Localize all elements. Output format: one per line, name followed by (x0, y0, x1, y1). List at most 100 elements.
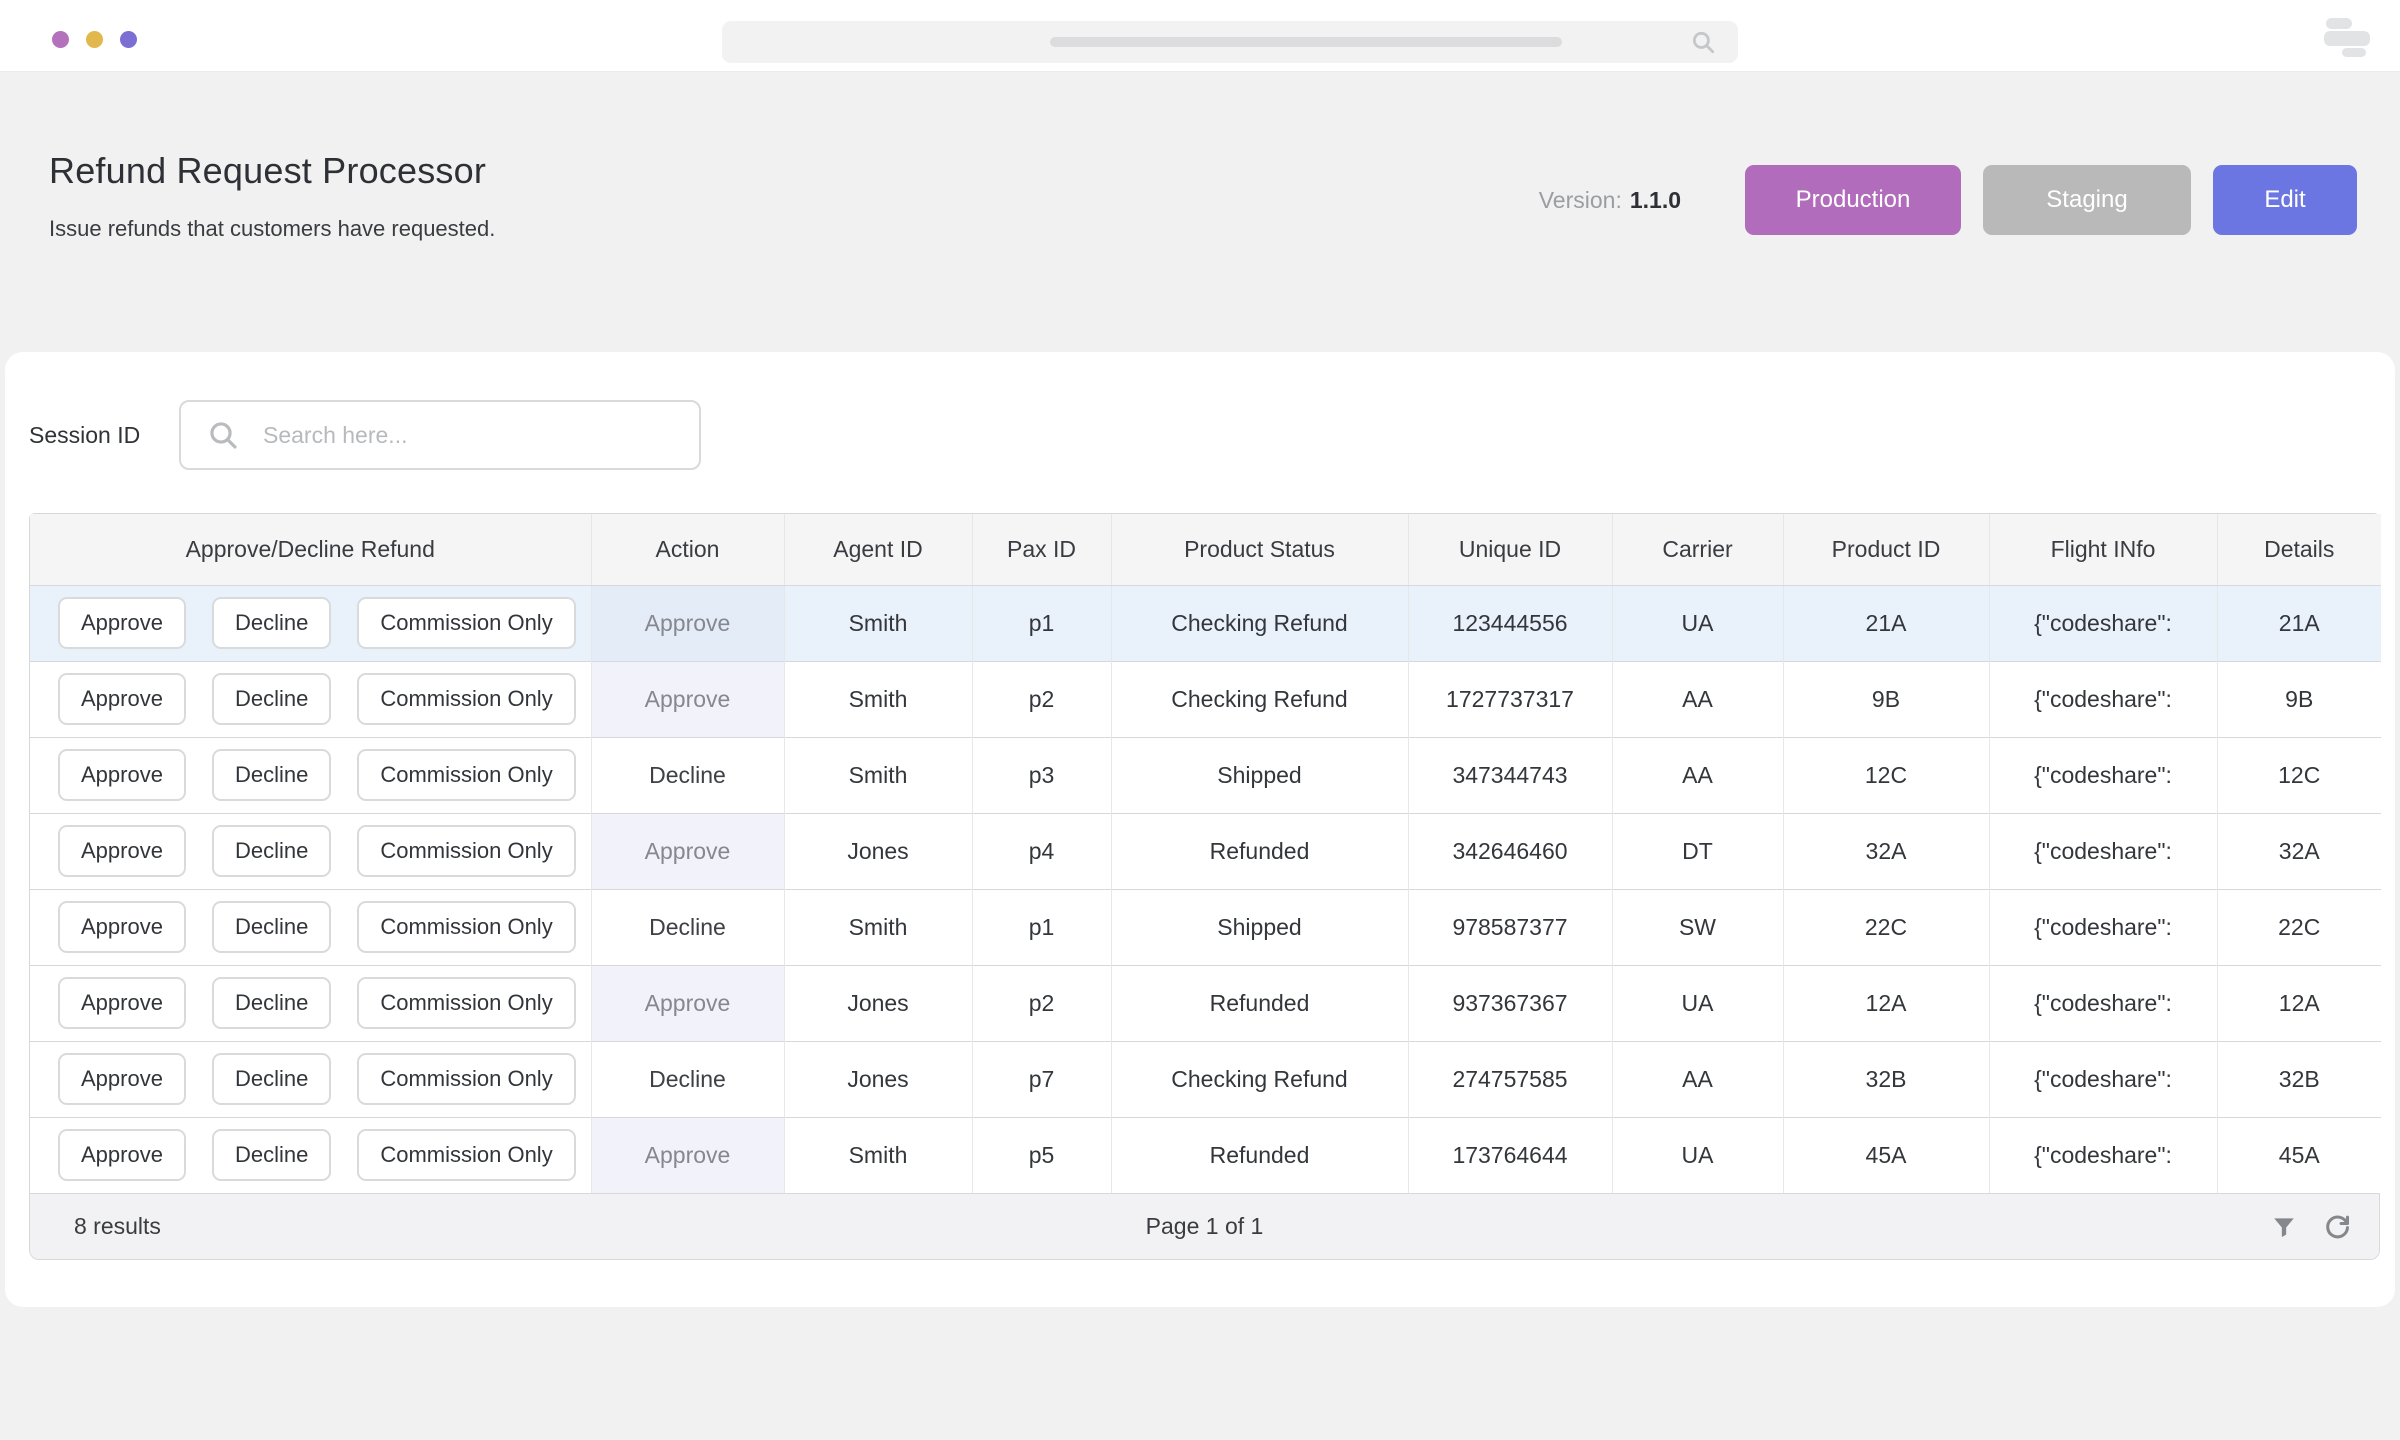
decline-button[interactable]: Decline (212, 673, 331, 725)
cell-unique-id: 342646460 (1408, 813, 1612, 889)
cell-approve-decline-refund: Approve Decline Commission Only (30, 813, 591, 889)
cell-carrier: AA (1612, 737, 1783, 813)
production-button[interactable]: Production (1745, 165, 1961, 235)
cell-details: 21A (2217, 585, 2381, 661)
filter-icon[interactable] (2271, 1214, 2297, 1240)
cell-unique-id: 937367367 (1408, 965, 1612, 1041)
refresh-icon[interactable] (2323, 1213, 2351, 1241)
refunds-table: Approve/Decline RefundActionAgent IDPax … (29, 513, 2380, 1260)
table-row[interactable]: ApproveDeclineCommission OnlyApproveJone… (30, 813, 2381, 889)
commission-only-button[interactable]: Commission Only (357, 1129, 575, 1181)
cell-product-status: Refunded (1111, 965, 1408, 1041)
table-row[interactable]: ApproveDeclineCommission OnlyDeclineSmit… (30, 737, 2381, 813)
cell-agent-id: Jones (784, 965, 972, 1041)
table-row[interactable]: ApproveDeclineCommission OnlyApproveSmit… (30, 661, 2381, 737)
cell-agent-id: Jones (784, 813, 972, 889)
column-header: Details (2217, 514, 2381, 585)
cell-product-status: Refunded (1111, 1117, 1408, 1193)
session-id-label: Session ID (29, 422, 179, 449)
table-row[interactable]: ApproveDeclineCommission OnlyApproveJone… (30, 965, 2381, 1041)
address-bar[interactable] (722, 21, 1738, 63)
decline-button[interactable]: Decline (212, 825, 331, 877)
cell-product-id: 9B (1783, 661, 1989, 737)
results-count: 8 results (74, 1213, 161, 1240)
table-row[interactable]: ApproveDeclineCommission OnlyApproveSmit… (30, 1117, 2381, 1193)
approve-button[interactable]: Approve (58, 597, 186, 649)
decline-button[interactable]: Decline (212, 977, 331, 1029)
cell-product-status: Checking Refund (1111, 1041, 1408, 1117)
commission-only-button[interactable]: Commission Only (357, 673, 575, 725)
approve-button[interactable]: Approve (58, 901, 186, 953)
cell-unique-id: 123444556 (1408, 585, 1612, 661)
cell-pax-id: p4 (972, 813, 1111, 889)
cell-pax-id: p2 (972, 661, 1111, 737)
cell-unique-id: 978587377 (1408, 889, 1612, 965)
cell-flight-info: {"codeshare": (1989, 813, 2217, 889)
cell-product-status: Checking Refund (1111, 661, 1408, 737)
cell-details: 32B (2217, 1041, 2381, 1117)
cell-action: Approve (591, 813, 784, 889)
session-search-input[interactable] (179, 400, 701, 470)
decline-button[interactable]: Decline (212, 597, 331, 649)
cell-flight-info: {"codeshare": (1989, 965, 2217, 1041)
cell-unique-id: 173764644 (1408, 1117, 1612, 1193)
cell-pax-id: p5 (972, 1117, 1111, 1193)
commission-only-button[interactable]: Commission Only (357, 1053, 575, 1105)
commission-only-button[interactable]: Commission Only (357, 901, 575, 953)
cell-details: 32A (2217, 813, 2381, 889)
approve-button[interactable]: Approve (58, 977, 186, 1029)
table-header-row: Approve/Decline RefundActionAgent IDPax … (30, 514, 2381, 585)
approve-button[interactable]: Approve (58, 749, 186, 801)
cell-action: Approve (591, 1117, 784, 1193)
table-row[interactable]: ApproveDeclineCommission OnlyDeclineJone… (30, 1041, 2381, 1117)
version-text: Version:1.1.0 (1539, 187, 1681, 214)
staging-button[interactable]: Staging (1983, 165, 2191, 235)
cell-product-id: 32B (1783, 1041, 1989, 1117)
cell-approve-decline-refund: Approve Decline Commission Only (30, 1117, 591, 1193)
approve-button[interactable]: Approve (58, 1129, 186, 1181)
decline-button[interactable]: Decline (212, 1053, 331, 1105)
cell-product-status: Checking Refund (1111, 585, 1408, 661)
cell-agent-id: Smith (784, 889, 972, 965)
browser-chrome (0, 0, 2400, 72)
commission-only-button[interactable]: Commission Only (357, 749, 575, 801)
cell-approve-decline-refund: Approve Decline Commission Only (30, 889, 591, 965)
decline-button[interactable]: Decline (212, 749, 331, 801)
version-label: Version: (1539, 187, 1622, 213)
cell-unique-id: 347344743 (1408, 737, 1612, 813)
cell-carrier: AA (1612, 1041, 1783, 1117)
cell-details: 9B (2217, 661, 2381, 737)
cell-carrier: UA (1612, 965, 1783, 1041)
cell-flight-info: {"codeshare": (1989, 1041, 2217, 1117)
commission-only-button[interactable]: Commission Only (357, 825, 575, 877)
approve-button[interactable]: Approve (58, 825, 186, 877)
table-row[interactable]: Approve Decline Commission OnlyDecline Smit… (30, 889, 2381, 965)
cell-product-id: 12C (1783, 737, 1989, 813)
decline-button[interactable]: Decline (212, 1129, 331, 1181)
commission-only-button[interactable]: Commission Only (357, 977, 575, 1029)
cell-flight-info: {"codeshare": (1989, 737, 2217, 813)
cell-approve-decline-refund: Approve Decline Commission Only (30, 737, 591, 813)
cell-product-id: 21A (1783, 585, 1989, 661)
page-indicator: Page 1 of 1 (30, 1213, 2379, 1240)
edit-button[interactable]: Edit (2213, 165, 2357, 235)
cell-carrier: SW (1612, 889, 1783, 965)
column-header: Product Status (1111, 514, 1408, 585)
approve-button[interactable]: Approve (58, 1053, 186, 1105)
search-icon (207, 419, 239, 451)
page-header: Refund Request Processor Issue refunds t… (0, 72, 2400, 352)
header-actions: Version:1.1.0 Production Staging Edit (1539, 165, 2357, 235)
commission-only-button[interactable]: Commission Only (357, 597, 575, 649)
cell-agent-id: Jones (784, 1041, 972, 1117)
approve-button[interactable]: Approve (58, 673, 186, 725)
cell-product-id: 22C (1783, 889, 1989, 965)
decline-button[interactable]: Decline (212, 901, 331, 953)
page-subtitle: Issue refunds that customers have reques… (49, 216, 495, 242)
table-row[interactable]: ApproveDeclineCommission OnlyApproveSmit… (30, 585, 2381, 661)
cell-product-status: Shipped (1111, 889, 1408, 965)
cell-action: Decline (591, 1041, 784, 1117)
cell-approve-decline-refund: Approve Decline Commission Only (30, 585, 591, 661)
cell-details: 12A (2217, 965, 2381, 1041)
address-placeholder-bar (1050, 37, 1562, 47)
column-header: Carrier (1612, 514, 1783, 585)
